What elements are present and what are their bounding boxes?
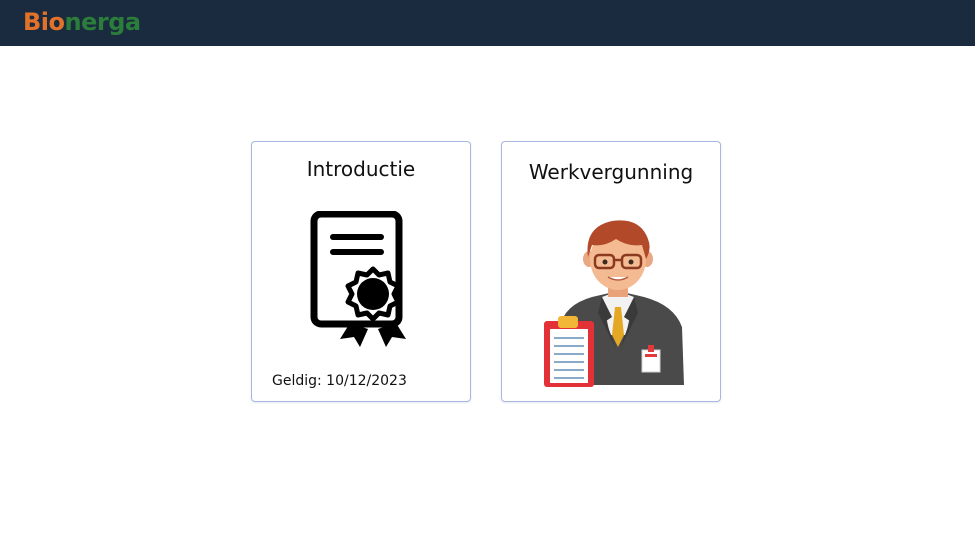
logo-text-bi: Bi: [23, 8, 49, 36]
introductie-card[interactable]: Introductie Geldig: 10/12/2023: [251, 141, 471, 402]
logo-text-o: o: [48, 8, 66, 36]
bionerga-logo[interactable]: Bi o nerga: [23, 6, 141, 38]
werkvergunning-card[interactable]: Werkvergunning: [501, 141, 721, 402]
certificate-icon: [310, 211, 406, 347]
logo-text-nerga: nerga: [64, 8, 142, 36]
top-navigation-bar: Bi o nerga: [0, 0, 975, 46]
validity-date: Geldig: 10/12/2023: [272, 373, 407, 389]
inspector-with-clipboard-illustration: [544, 220, 684, 387]
card-title-werkvergunning: Werkvergunning: [528, 160, 694, 184]
card-title-introductie: Introductie: [306, 157, 416, 181]
